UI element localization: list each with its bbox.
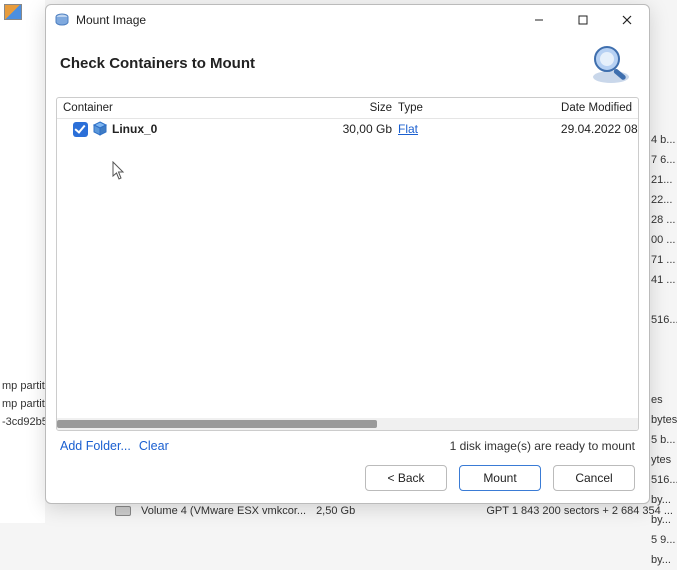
magnifier-icon xyxy=(587,39,635,87)
app-icon xyxy=(4,4,22,20)
column-headers: Container Size Type Date Modified xyxy=(57,98,638,119)
col-type[interactable]: Type xyxy=(398,102,478,114)
row-date: 29.04.2022 08:14:13 xyxy=(478,122,638,136)
horizontal-scrollbar[interactable] xyxy=(57,418,638,430)
col-date[interactable]: Date Modified xyxy=(478,102,632,114)
table-row[interactable]: Linux_0 30,00 Gb Flat 29.04.2022 08:14:1… xyxy=(57,119,638,139)
maximize-button[interactable] xyxy=(561,5,605,35)
scrollbar-thumb[interactable] xyxy=(57,420,377,428)
row-size: 30,00 Gb xyxy=(333,122,398,136)
bg-volume-size: 2,50 Gb xyxy=(316,505,355,517)
close-button[interactable] xyxy=(605,5,649,35)
titlebar: Mount Image xyxy=(46,5,649,35)
list-rows: Linux_0 30,00 Gb Flat 29.04.2022 08:14:1… xyxy=(57,119,638,418)
disk-icon xyxy=(54,12,70,28)
mount-button[interactable]: Mount xyxy=(459,465,541,491)
under-list-row: Add Folder... Clear 1 disk image(s) are … xyxy=(46,431,649,457)
mount-image-dialog: Mount Image Check Containers to Mount Co… xyxy=(45,4,650,504)
bg-volume-info: GPT 1 843 200 sectors + 2 684 354 ... xyxy=(486,505,673,517)
clear-link[interactable]: Clear xyxy=(139,439,169,453)
dialog-header: Check Containers to Mount xyxy=(46,35,649,97)
checkbox[interactable] xyxy=(73,122,88,137)
minimize-button[interactable] xyxy=(517,5,561,35)
button-row: < Back Mount Cancel xyxy=(46,457,649,503)
container-list: Container Size Type Date Modified Linux_… xyxy=(56,97,639,431)
window-title: Mount Image xyxy=(76,13,146,27)
drive-icon xyxy=(115,506,131,516)
background-bottom: Volume 4 (VMware ESX vmkcor... 2,50 Gb G… xyxy=(115,501,677,521)
background-left xyxy=(0,0,45,523)
back-button[interactable]: < Back xyxy=(365,465,447,491)
background-left-text: mp partitic mp partitic -3cd92b5c xyxy=(0,380,45,434)
container-icon xyxy=(92,121,108,137)
row-type-link[interactable]: Flat xyxy=(398,122,418,136)
page-title: Check Containers to Mount xyxy=(60,55,587,72)
cancel-button[interactable]: Cancel xyxy=(553,465,635,491)
bg-volume-name: Volume 4 (VMware ESX vmkcor... xyxy=(141,505,306,517)
col-container[interactable]: Container xyxy=(63,102,333,114)
add-folder-link[interactable]: Add Folder... xyxy=(60,439,131,453)
status-text: 1 disk image(s) are ready to mount xyxy=(450,439,635,453)
row-name: Linux_0 xyxy=(112,122,157,136)
col-size[interactable]: Size xyxy=(333,102,398,114)
